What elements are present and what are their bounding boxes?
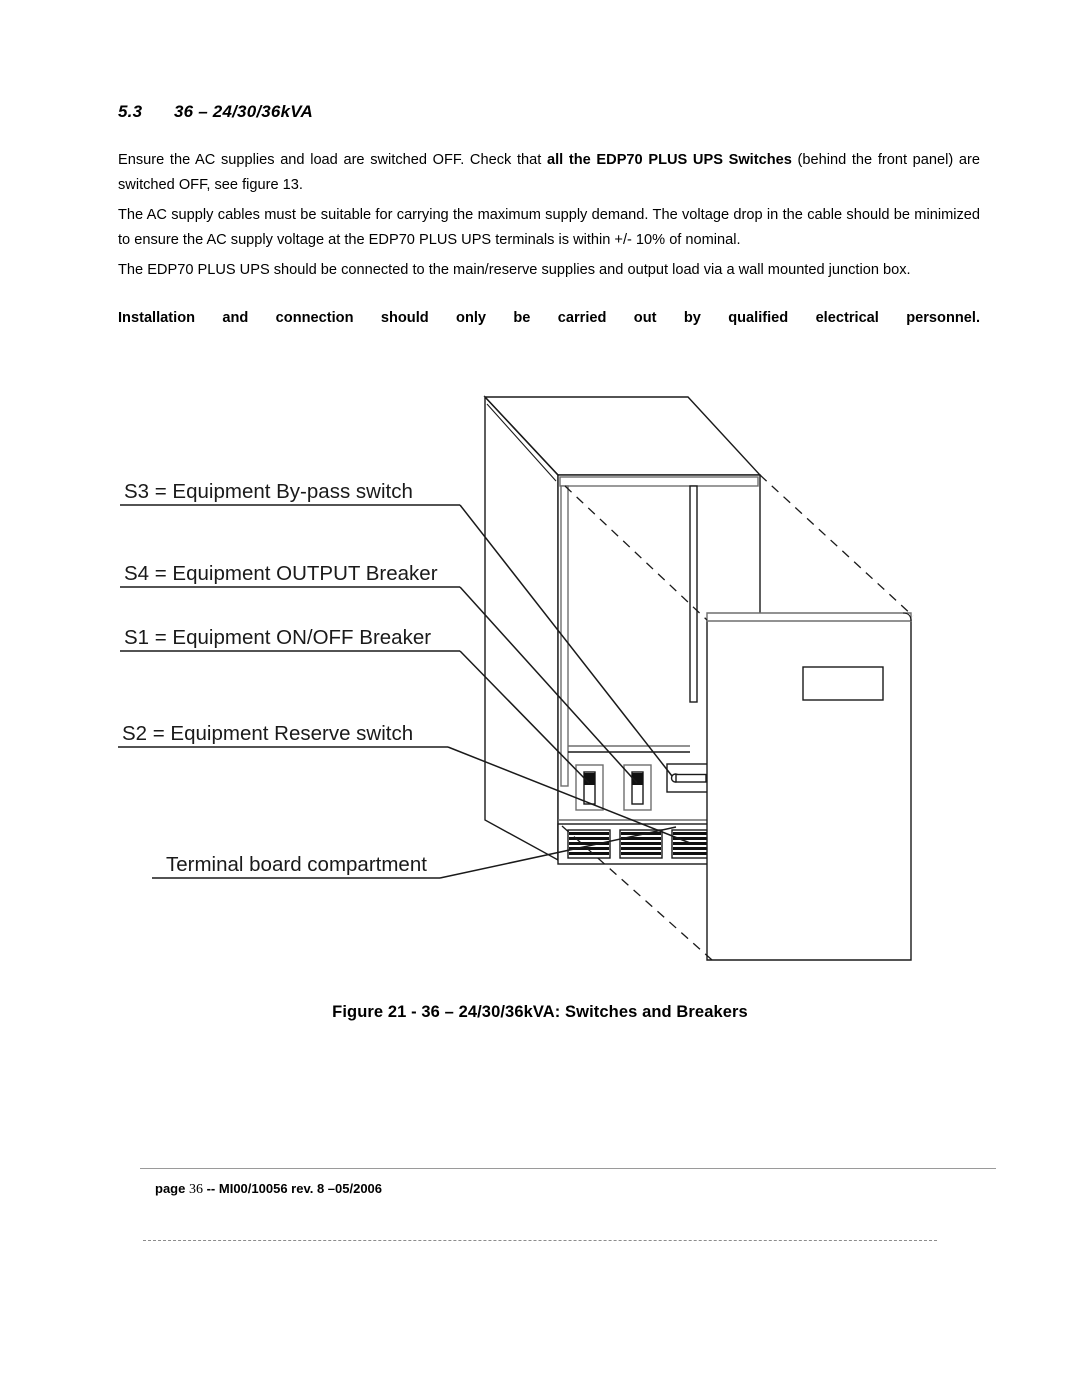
footer-divider xyxy=(140,1168,996,1169)
hidden-edge-top-right-diagonal xyxy=(759,474,914,617)
figure-label-s4: S4 = Equipment OUTPUT Breaker xyxy=(124,562,438,585)
document-page: 5.3 36 – 24/30/36kVA Ensure the AC suppli… xyxy=(0,0,1080,1397)
paragraph-1-part-a: Ensure the AC supplies and load are swit… xyxy=(118,152,547,168)
figure-21-illustration: .ln { fill:none; stroke:#1a1a1a; stroke-… xyxy=(0,380,1080,990)
cabinet-right-stile xyxy=(689,485,698,703)
figure-label-s3: S3 = Equipment By-pass switch xyxy=(124,480,413,503)
open-door-top-lip xyxy=(706,612,912,622)
figure-caption: Figure 21 - 36 – 24/30/36kVA: Switches a… xyxy=(332,1003,748,1021)
footer-label: page xyxy=(155,1181,186,1196)
door-label-plate xyxy=(802,666,884,701)
footer-page-number: 36 xyxy=(188,1182,203,1197)
cabinet-left-door-panel xyxy=(484,395,559,862)
figure-label-s1: S1 = Equipment ON/OFF Breaker xyxy=(124,626,431,649)
rotary-switch-s3 xyxy=(666,763,713,793)
toggle-switch-s4 xyxy=(623,764,652,811)
paragraph-1-emphasis: all the EDP70 PLUS UPS Switches xyxy=(546,152,792,168)
paragraph-2: The AC supply cables must be suitable fo… xyxy=(118,207,980,248)
vent-grille-1 xyxy=(567,829,611,859)
paragraph-3: The EDP70 PLUS UPS should be connected t… xyxy=(118,262,911,278)
section-number: 5.3 xyxy=(118,102,143,121)
figure-label-terminal-board: Terminal board compartment xyxy=(166,853,427,876)
cabinet-roof-inner-edge xyxy=(486,403,557,482)
section-title: 36 – 24/30/36kVA xyxy=(174,102,313,121)
footer: page 36 -- MI00/10056 rev. 8 –05/2006 xyxy=(155,1181,382,1198)
footer-reference: MI00/10056 rev. 8 –05/2006 xyxy=(218,1181,383,1196)
figure-label-s2: S2 = Equipment Reserve switch xyxy=(122,722,413,745)
section-heading: 5.3 36 – 24/30/36kVA xyxy=(118,102,313,122)
cabinet-top-rail xyxy=(559,476,759,487)
cabinet-top-face xyxy=(483,396,762,476)
paragraph-1: Ensure the AC supplies and load are swit… xyxy=(118,148,980,198)
ups-cabinet-drawing: .ln { fill:none; stroke:#1a1a1a; stroke-… xyxy=(118,395,914,961)
page-bottom-dotted-rule xyxy=(143,1240,937,1241)
warning-statement: Installation and connection should only … xyxy=(118,310,980,326)
footer-separator: -- xyxy=(206,1181,216,1196)
cabinet-roof-corner-edge xyxy=(484,396,559,476)
